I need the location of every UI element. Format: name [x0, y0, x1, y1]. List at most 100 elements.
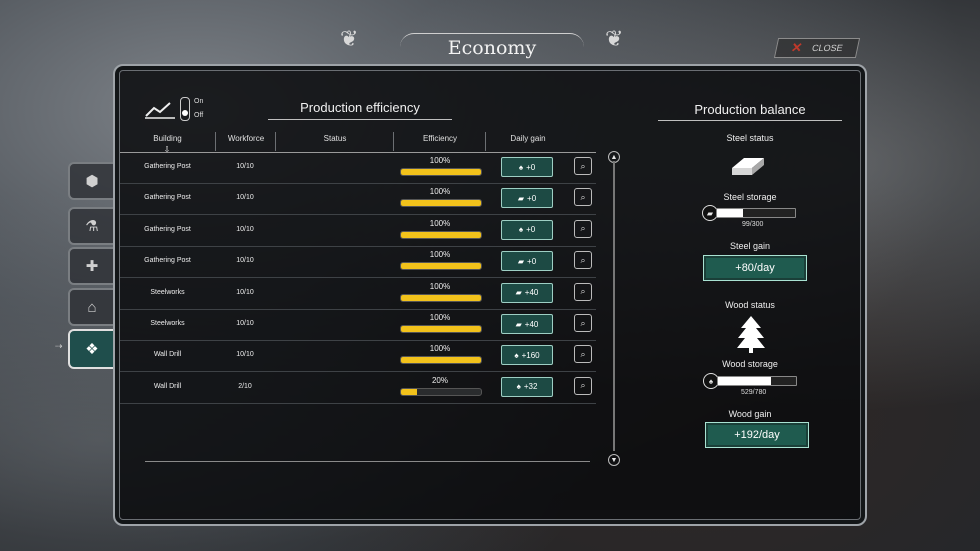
- col-separator: [393, 132, 394, 151]
- efficiency-value: 100%: [429, 187, 451, 197]
- steel-ingot-icon: [732, 158, 764, 175]
- daily-gain-value: +0: [527, 256, 537, 266]
- efficiency-bar: [400, 293, 482, 302]
- daily-gain-badge: ▰ +40: [501, 282, 553, 303]
- daily-gain-value: +40: [524, 319, 539, 329]
- efficiency-bar: [400, 168, 482, 176]
- tree-icon: ♠: [516, 382, 521, 392]
- building-name: Steelworks: [150, 320, 185, 327]
- table-row: Wall Drill 2/10 20% ♠ +32 ⌕: [120, 372, 596, 404]
- building-name: Gathering Post: [144, 194, 191, 202]
- col-building[interactable]: Building: [120, 134, 215, 143]
- flask-icon: ⚗: [85, 218, 99, 235]
- efficiency-value: 100%: [429, 344, 451, 354]
- sidebar-tab-medical-cross[interactable]: ✚: [68, 247, 116, 285]
- ornament-right-icon: ❦: [605, 26, 624, 51]
- building-name: Gathering Post: [144, 257, 191, 265]
- close-icon: ✕: [789, 40, 804, 55]
- table-row: Steelworks 10/10 100% ▰ +40 ⌕: [120, 309, 596, 341]
- wood-gain-value: +192/day: [705, 422, 809, 448]
- section-divider: [658, 120, 842, 121]
- table-row: Gathering Post 10/10 100% ▰ +0 ⌕: [120, 183, 596, 216]
- efficiency-bar: [400, 199, 482, 208]
- inspect-magnifier-icon[interactable]: ⌕: [574, 157, 592, 175]
- medical-cross-icon: ✚: [85, 258, 99, 275]
- col-separator: [485, 132, 486, 151]
- steel-icon: ▰: [517, 256, 525, 266]
- efficiency-value: 100%: [429, 218, 451, 228]
- efficiency-value: 100%: [429, 156, 451, 165]
- daily-gain-badge: ♠ +0: [501, 219, 553, 240]
- inspect-magnifier-icon[interactable]: ⌕: [574, 219, 592, 238]
- sidebar-tab-house[interactable]: ⌂: [68, 288, 116, 326]
- scroll-down-icon[interactable]: ▼: [608, 454, 620, 466]
- efficiency-value: 20%: [431, 375, 448, 385]
- daily-gain-badge: ♠ +32: [501, 376, 553, 397]
- daily-gain-value: +40: [524, 288, 539, 298]
- building-name: Wall Drill: [153, 351, 182, 359]
- workforce-value: 10/10: [236, 257, 254, 265]
- tree-icon: ♠: [518, 225, 524, 235]
- col-efficiency: Efficiency: [422, 134, 458, 143]
- production-efficiency-title: Production efficiency: [300, 100, 420, 115]
- daily-gain-badge: ▰ +0: [501, 188, 553, 209]
- workforce-value: 10/10: [236, 320, 254, 327]
- active-tab-pointer-icon: ⇢: [55, 341, 63, 351]
- tree-icon: ♠: [514, 350, 519, 360]
- cube-icon: ⬢: [85, 173, 99, 190]
- steel-gain-value: +80/day: [703, 255, 807, 281]
- daily-gain-badge: ♠ +160: [501, 345, 553, 366]
- inspect-magnifier-icon[interactable]: ⌕: [574, 376, 592, 395]
- table-row: Gathering Post 10/10 100% ▰ +0 ⌕: [120, 246, 596, 279]
- workforce-value: 2/10: [238, 382, 252, 390]
- inspect-magnifier-icon[interactable]: ⌕: [574, 345, 592, 364]
- steel-gain-label: Steel gain: [729, 241, 771, 251]
- steel-icon: ▰: [515, 319, 522, 329]
- wood-storage-bar: [717, 376, 797, 386]
- col-separator: [215, 132, 216, 151]
- inspect-magnifier-icon[interactable]: ⌕: [574, 314, 592, 332]
- ornament-left-icon: ❦: [340, 26, 359, 51]
- col-workforce: Workforce: [227, 134, 265, 143]
- efficiency-bar: [400, 262, 482, 271]
- daily-gain-badge: ♠ +0: [501, 157, 553, 177]
- col-daily-gain: Daily gain: [510, 134, 546, 143]
- sidebar-tab-flask[interactable]: ⚗: [68, 207, 116, 245]
- graph-toggle[interactable]: On Off: [144, 95, 203, 123]
- section-divider: [268, 119, 452, 120]
- steel-storage-value: 99/300: [742, 221, 764, 228]
- steel-storage-bar: [716, 208, 796, 218]
- sidebar-tab-cube[interactable]: ⬢: [68, 162, 116, 200]
- inspect-magnifier-icon[interactable]: ⌕: [574, 188, 592, 207]
- table-row: Gathering Post 10/10 100% ♠ +0 ⌕: [120, 215, 596, 247]
- table-scrollbar[interactable]: ▲ ▼: [608, 151, 620, 466]
- workforce-value: 10/10: [236, 194, 254, 202]
- daily-gain-value: +0: [527, 193, 537, 203]
- efficiency-bar: [400, 387, 482, 396]
- daily-gain-value: +0: [526, 225, 536, 235]
- wood-storage-label: Wood storage: [722, 359, 778, 369]
- house-icon: ⌂: [87, 298, 97, 316]
- workforce-value: 10/10: [236, 288, 254, 296]
- close-button[interactable]: ✕ CLOSE: [773, 38, 861, 58]
- daily-gain-value: +160: [521, 350, 540, 360]
- title-plate: Economy: [400, 33, 584, 62]
- efficiency-value: 100%: [429, 250, 451, 260]
- table-row: Gathering Post 10/10 100% ♠ +0 ⌕: [120, 152, 596, 184]
- daily-gain-value: +0: [526, 162, 536, 172]
- inspect-magnifier-icon[interactable]: ⌕: [574, 282, 592, 301]
- table-row: Wall Drill 10/10 100% ♠ +160 ⌕: [120, 340, 596, 373]
- toggle-switch[interactable]: [180, 97, 190, 121]
- daily-gain-badge: ▰ +0: [501, 251, 553, 272]
- building-name: Gathering Post: [144, 225, 191, 233]
- efficiency-bar: [400, 325, 482, 333]
- scroll-track[interactable]: [613, 161, 615, 451]
- tree-icon: [737, 316, 765, 353]
- inspect-magnifier-icon[interactable]: ⌕: [574, 251, 592, 270]
- building-name: Wall Drill: [153, 382, 182, 390]
- sidebar-tab-economy-diamonds[interactable]: ❖: [68, 329, 116, 369]
- wood-gain-label: Wood gain: [728, 409, 772, 419]
- tree-icon: ♠: [518, 162, 524, 172]
- building-name: Gathering Post: [144, 163, 191, 170]
- close-label: CLOSE: [811, 43, 844, 53]
